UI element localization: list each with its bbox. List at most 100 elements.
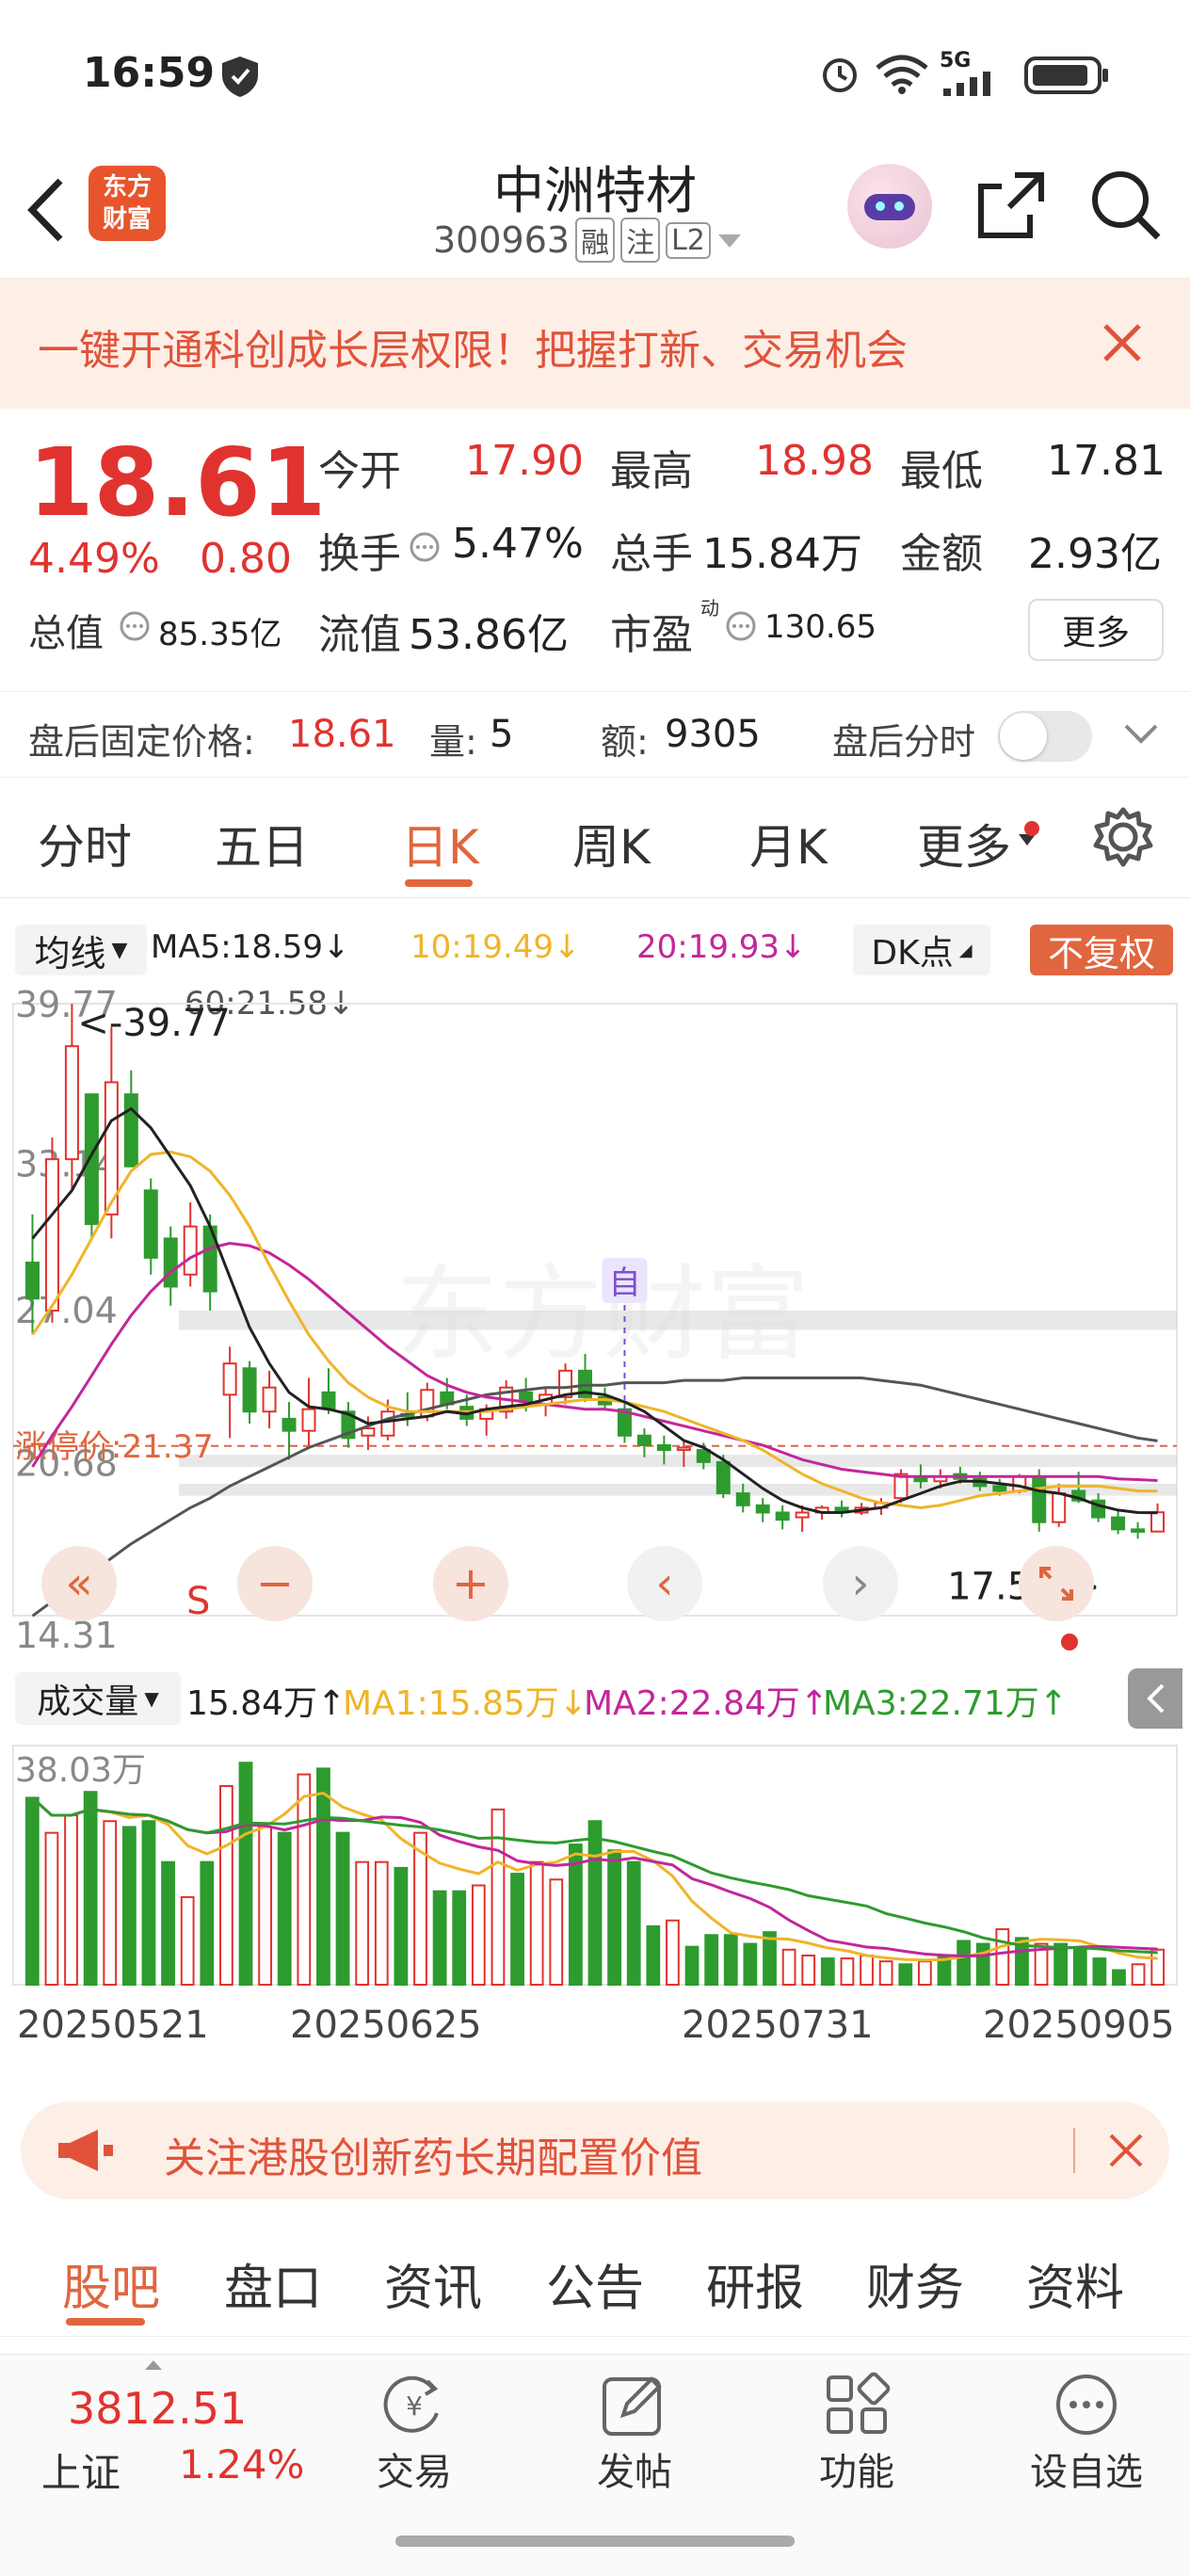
info-tabs: 股吧 盘口 资讯 公告 研报 财务 资料	[0, 2214, 1190, 2337]
volume-bar	[1053, 1942, 1069, 1987]
promo-text: 一键开通科创成长层权限！把握打新、交易机会	[38, 327, 908, 375]
volume-bar	[820, 1957, 835, 1987]
search-icon[interactable]	[1088, 168, 1164, 243]
back-icon[interactable]	[23, 177, 68, 243]
after-timeline-label: 盘后分时	[832, 721, 976, 763]
scroll-left-far-button[interactable]: «	[41, 1546, 117, 1621]
step-forward-button[interactable]: ›	[823, 1546, 898, 1621]
tab-announcements[interactable]: 公告	[546, 2248, 644, 2319]
volume-bar	[801, 1954, 816, 1987]
date-axis-label: 20250731	[682, 2004, 874, 2047]
promo-bar[interactable]: 一键开通科创成长层权限！把握打新、交易机会	[0, 279, 1190, 409]
volume-bar	[141, 1820, 156, 1986]
tab-orderbook[interactable]: 盘口	[224, 2248, 322, 2319]
features-label: 功能	[819, 2451, 894, 2494]
tab-profile[interactable]: 资料	[1026, 2248, 1124, 2319]
max-price-marker: <-39.77	[77, 1002, 230, 1045]
features-button[interactable]: 功能	[791, 2372, 923, 2504]
tab-five-day[interactable]: 五日	[215, 810, 309, 877]
svg-text:¥: ¥	[406, 2391, 423, 2422]
volume-bar	[1112, 1969, 1126, 1987]
post-button[interactable]: 发帖	[569, 2372, 700, 2504]
tab-timeshare[interactable]: 分时	[38, 810, 132, 877]
candle-body	[222, 1362, 237, 1396]
tab-news[interactable]: 资讯	[384, 2248, 482, 2319]
pe-dynamic-mark: 动	[700, 597, 719, 620]
margin-tag: 融	[575, 217, 616, 263]
close-icon[interactable]	[1102, 322, 1143, 363]
volume-bar	[917, 1960, 932, 1986]
volume-selector[interactable]: 成交量 ▼	[15, 1672, 181, 1725]
volume-bar	[316, 1767, 330, 1986]
tab-forum[interactable]: 股吧	[62, 2248, 160, 2319]
collapse-tab[interactable]	[1128, 1668, 1182, 1729]
news-banner[interactable]: 关注港股创新药长期配置价值	[21, 2101, 1169, 2199]
battery-icon	[1024, 56, 1108, 94]
active-tab-indicator	[405, 879, 473, 887]
tab-research[interactable]: 研报	[706, 2248, 804, 2319]
add-watchlist-button[interactable]: 设自选	[1011, 2372, 1162, 2504]
info-icon[interactable]	[725, 610, 757, 642]
volume-value-legend: 15.84万↑	[186, 1684, 346, 1723]
volume-bar	[723, 1934, 738, 1987]
volume-bar	[238, 1762, 253, 1986]
shield-icon	[222, 56, 258, 97]
after-amount-value: 9305	[665, 713, 761, 756]
logo-line-1: 东方	[102, 173, 152, 201]
tab-monthly-k[interactable]: 月K	[749, 810, 828, 877]
zoom-in-button[interactable]: +	[433, 1546, 508, 1621]
vol-ma2-legend: MA2:22.84万↑	[584, 1684, 828, 1723]
zoom-out-button[interactable]: −	[237, 1546, 313, 1621]
index-value[interactable]: 3812.51	[68, 2383, 247, 2434]
close-icon[interactable]	[1107, 2132, 1145, 2169]
status-bar: 16:59 5G	[0, 0, 1190, 141]
gear-icon[interactable]	[1090, 804, 1156, 870]
index-percent[interactable]: 1.24%	[179, 2441, 304, 2487]
volume-bar	[529, 1860, 544, 1986]
stock-header: 东方 财富 中洲特材 300963 融 注 L2	[0, 141, 1190, 279]
info-icon[interactable]	[409, 531, 441, 563]
trade-button[interactable]: ¥ 交易	[348, 2372, 480, 2504]
tab-daily-k[interactable]: 日K	[401, 810, 479, 877]
y-axis-label: 14.31	[15, 1615, 118, 1656]
expand-button[interactable]	[1019, 1546, 1094, 1621]
yen-cycle-icon: ¥	[383, 2375, 439, 2433]
tab-financials[interactable]: 财务	[866, 2248, 964, 2319]
chevron-down-icon[interactable]	[1122, 720, 1160, 749]
after-timeline-toggle[interactable]	[998, 711, 1092, 762]
bottom-bar: 3812.51 上证 1.24% ¥ 交易 发帖 功能 设自选	[0, 2354, 1190, 2576]
low-label: 最低	[900, 447, 983, 495]
share-icon[interactable]	[973, 168, 1049, 243]
candle-body	[716, 1460, 731, 1495]
banner-divider	[1073, 2128, 1075, 2173]
info-icon[interactable]	[119, 610, 151, 642]
turnover-label: 换手	[318, 530, 401, 578]
more-button[interactable]: 更多	[1028, 599, 1164, 661]
candle-body	[281, 1417, 297, 1432]
volume-bar	[704, 1934, 719, 1987]
change-amount: 0.80	[200, 535, 292, 583]
alarm-icon	[823, 58, 857, 92]
volume-bar	[44, 1831, 59, 1986]
caret-down-icon	[717, 234, 741, 248]
add-watchlist-label: 设自选	[1030, 2451, 1143, 2494]
wifi-icon	[876, 55, 928, 94]
tab-weekly-k[interactable]: 周K	[572, 810, 651, 877]
caret-down-icon: ▼	[144, 1687, 159, 1710]
step-back-button[interactable]: ‹	[627, 1546, 702, 1621]
signal-icon	[943, 72, 990, 96]
candle-body	[123, 1093, 138, 1167]
assistant-avatar[interactable]	[847, 164, 932, 249]
volume-bar	[975, 1942, 990, 1987]
index-name[interactable]: 上证	[41, 2441, 121, 2499]
volume-bar	[200, 1860, 215, 1986]
change-percent: 4.49%	[28, 535, 160, 583]
float-cap-label: 流值	[318, 611, 401, 659]
tab-more[interactable]: 更多	[917, 810, 1011, 877]
after-price-label: 盘后固定价格:	[28, 721, 255, 763]
stock-code-row[interactable]: 300963 融 注 L2	[433, 217, 743, 264]
kline-chart[interactable]: 东方财富39.7733.1427.0420.6814.31涨停价:21.37<-…	[0, 898, 1190, 2085]
volume-bar	[219, 1785, 233, 1986]
volume-bar	[64, 1814, 78, 1986]
volume-bar	[374, 1860, 389, 1986]
